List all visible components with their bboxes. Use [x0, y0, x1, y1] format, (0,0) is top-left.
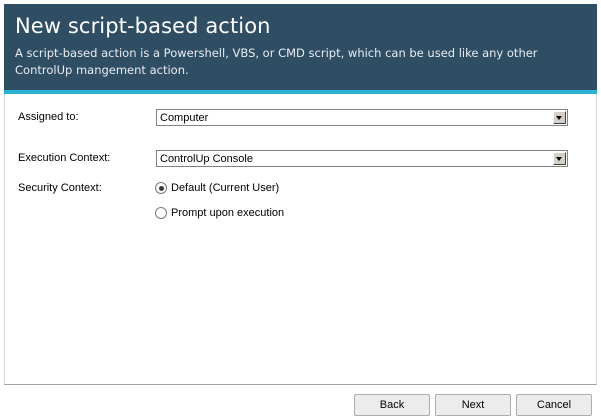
chevron-down-icon[interactable]	[553, 111, 566, 124]
header-title: New script-based action	[15, 14, 271, 38]
wizard-header: New script-based action A script-based a…	[4, 4, 597, 94]
execution-context-dropdown[interactable]: ControlUp Console	[156, 150, 568, 167]
header-description: A script-based action is a Powershell, V…	[15, 46, 538, 77]
execution-context-value: ControlUp Console	[160, 153, 253, 165]
cancel-button[interactable]: Cancel	[516, 394, 592, 416]
radio-prompt-label: Prompt upon execution	[171, 207, 285, 219]
chevron-down-icon[interactable]	[553, 152, 566, 165]
radio-unselected-icon[interactable]	[155, 207, 167, 219]
assigned-to-label: Assigned to:	[18, 111, 79, 123]
next-button[interactable]: Next	[435, 394, 511, 416]
form-panel: Assigned to: Computer Execution Context:…	[4, 94, 597, 385]
dialog-window: New script-based action A script-based a…	[0, 0, 601, 416]
execution-context-label: Execution Context:	[18, 152, 111, 164]
assigned-to-dropdown[interactable]: Computer	[156, 109, 568, 126]
back-button[interactable]: Back	[354, 394, 430, 416]
radio-selected-icon[interactable]	[155, 182, 167, 194]
security-context-label: Security Context:	[18, 182, 102, 194]
assigned-to-value: Computer	[160, 112, 209, 124]
radio-default-label: Default (Current User)	[171, 182, 280, 194]
